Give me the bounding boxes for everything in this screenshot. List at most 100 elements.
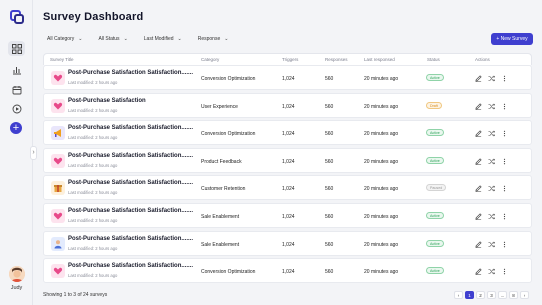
chevron-down-icon: ⌄ xyxy=(177,36,182,42)
more-vertical-icon[interactable] xyxy=(501,213,508,220)
heart-icon xyxy=(53,266,63,276)
next-page-button[interactable]: › xyxy=(520,291,529,299)
survey-title[interactable]: Post-Purchase Satisfaction Satisfaction.… xyxy=(68,70,193,76)
survey-dashboard-app: + Judy › Survey Dashboard All Category ⌄ … xyxy=(0,0,542,305)
table-row[interactable]: Post-Purchase Satisfaction Satisfaction.… xyxy=(43,120,532,146)
more-vertical-icon[interactable] xyxy=(501,158,508,165)
avatar[interactable] xyxy=(9,266,25,282)
filter-response[interactable]: Response ⌄ xyxy=(194,33,233,45)
sidebar-item-calendar[interactable] xyxy=(8,82,25,97)
more-vertical-icon[interactable] xyxy=(501,268,508,275)
page-button[interactable]: 2 xyxy=(476,291,485,299)
last-modified: Last modified: 2 hours ago xyxy=(68,245,118,251)
survey-triggers: 1,024 xyxy=(282,186,295,193)
heart-icon xyxy=(53,101,63,111)
chart-icon xyxy=(12,66,21,74)
survey-title[interactable]: Post-Purchase Satisfaction Satisfaction.… xyxy=(68,236,193,242)
edit-icon[interactable] xyxy=(475,102,482,110)
shuffle-icon[interactable] xyxy=(488,268,495,275)
table-header: Survey Title Category Triggers Responses… xyxy=(43,53,532,65)
page-button[interactable]: 3 xyxy=(487,291,496,299)
edit-icon[interactable] xyxy=(475,268,482,275)
filter-last-modified[interactable]: Last Modified ⌄ xyxy=(140,33,186,45)
table-row[interactable]: Post-Purchase Satisfaction Satisfaction.… xyxy=(43,175,532,201)
table-row[interactable]: Post-Purchase Satisfaction Satisfaction.… xyxy=(43,147,532,173)
row-actions xyxy=(475,130,508,138)
shuffle-icon[interactable] xyxy=(488,103,495,110)
last-modified: Last modified: 2 hours ago xyxy=(68,107,118,113)
survey-title[interactable]: Post-Purchase Satisfaction Satisfaction.… xyxy=(68,263,193,269)
status-badge: Active xyxy=(426,211,444,219)
table-row[interactable]: Post-Purchase Satisfaction Last modified:… xyxy=(43,92,532,118)
last-responsed: 20 minutes ago xyxy=(364,186,399,193)
box-icon xyxy=(53,183,63,193)
grid-icon xyxy=(11,43,22,54)
heart-icon xyxy=(53,156,63,166)
plus-icon[interactable]: + xyxy=(10,122,22,134)
more-vertical-icon[interactable] xyxy=(501,130,508,137)
survey-responses: 560 xyxy=(325,76,334,82)
survey-responses: 560 xyxy=(325,269,334,276)
last-responsed: 20 minutes ago xyxy=(364,213,399,220)
play-icon xyxy=(12,104,21,113)
page-button[interactable]: 1 xyxy=(465,291,474,299)
sidebar-item-analytics[interactable] xyxy=(8,62,25,77)
survey-title[interactable]: Post-Purchase Satisfaction Satisfaction.… xyxy=(68,180,193,186)
table-row[interactable]: Post-Purchase Satisfaction Satisfaction.… xyxy=(43,202,532,228)
filter-category[interactable]: All Category ⌄ xyxy=(43,33,86,45)
last-modified: Last modified: 2 hours ago xyxy=(68,217,118,223)
prev-page-button[interactable]: ‹ xyxy=(454,291,463,299)
shuffle-icon[interactable] xyxy=(488,75,495,82)
survey-title[interactable]: Post-Purchase Satisfaction Satisfaction.… xyxy=(68,208,193,214)
more-vertical-icon[interactable] xyxy=(501,241,508,248)
status-badge: Active xyxy=(426,156,444,164)
sidebar-item-play[interactable] xyxy=(8,101,25,116)
survey-category: User Experience xyxy=(201,103,238,110)
edit-icon[interactable] xyxy=(475,130,482,138)
survey-thumbnail xyxy=(51,181,65,196)
col-responses[interactable]: Responses xyxy=(325,57,348,62)
last-modified: Last modified: 2 hours ago xyxy=(68,273,118,279)
survey-title[interactable]: Post-Purchase Satisfaction Satisfaction.… xyxy=(68,153,193,159)
edit-icon[interactable] xyxy=(475,158,482,165)
survey-title[interactable]: Post-Purchase Satisfaction xyxy=(68,98,146,104)
col-status[interactable]: Status xyxy=(427,57,440,62)
last-responsed: 20 minutes ago xyxy=(364,241,399,248)
col-triggers[interactable]: Triggers xyxy=(282,57,298,62)
col-category[interactable]: Category xyxy=(201,57,219,62)
filter-status[interactable]: All Status ⌄ xyxy=(94,33,131,45)
survey-title[interactable]: Post-Purchase Satisfaction Satisfaction.… xyxy=(68,125,193,131)
edit-icon[interactable] xyxy=(475,75,482,82)
last-responsed: 20 minutes ago xyxy=(364,103,399,110)
last-responsed: 20 minutes ago xyxy=(364,76,399,82)
col-last-responsed[interactable]: Last responsed xyxy=(364,57,395,62)
table-row[interactable]: Post-Purchase Satisfaction Satisfaction.… xyxy=(43,230,532,256)
shuffle-icon[interactable] xyxy=(488,213,495,220)
page-button[interactable]: ... xyxy=(498,291,507,299)
sidebar-item-dashboard[interactable] xyxy=(8,41,25,56)
last-modified: Last modified: 2 hours ago xyxy=(68,135,118,141)
page-button[interactable]: 8 xyxy=(509,291,518,299)
survey-table-body: Post-Purchase Satisfaction Satisfaction.… xyxy=(43,65,532,286)
table-row[interactable]: Post-Purchase Satisfaction Satisfaction.… xyxy=(43,65,532,90)
logo-icon[interactable] xyxy=(10,10,24,24)
edit-icon[interactable] xyxy=(475,240,482,248)
col-actions: Actions xyxy=(475,57,490,62)
filter-label: All Status xyxy=(98,36,120,42)
more-vertical-icon[interactable] xyxy=(501,185,508,192)
chevron-down-icon: ⌄ xyxy=(78,36,83,42)
more-vertical-icon[interactable] xyxy=(501,75,508,82)
table-row[interactable]: Post-Purchase Satisfaction Satisfaction.… xyxy=(43,258,532,284)
survey-responses: 560 xyxy=(325,186,334,193)
status-badge: Active xyxy=(426,267,444,275)
edit-icon[interactable] xyxy=(475,185,482,193)
shuffle-icon[interactable] xyxy=(488,241,495,248)
col-survey-title[interactable]: Survey Title xyxy=(50,57,74,62)
shuffle-icon[interactable] xyxy=(488,185,495,192)
edit-icon[interactable] xyxy=(475,213,482,220)
sidebar-collapse-toggle[interactable]: › xyxy=(30,146,37,160)
shuffle-icon[interactable] xyxy=(488,130,495,137)
new-survey-button[interactable]: + New Survey xyxy=(491,33,533,45)
more-vertical-icon[interactable] xyxy=(501,103,508,110)
shuffle-icon[interactable] xyxy=(488,158,495,165)
